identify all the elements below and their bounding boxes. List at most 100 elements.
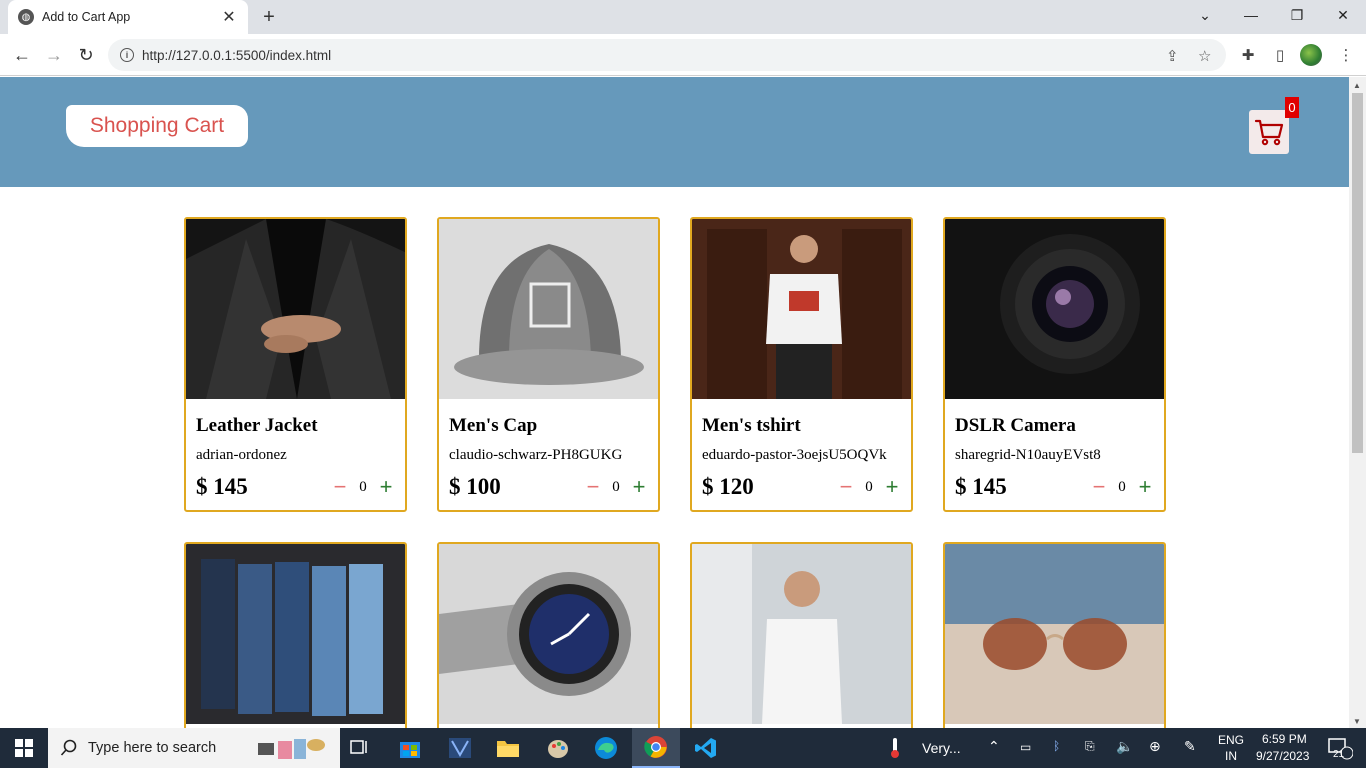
decrease-qty-button[interactable]: − (331, 476, 349, 498)
decrease-qty-button[interactable]: − (837, 476, 855, 498)
chrome-browser-icon[interactable] (632, 728, 680, 768)
microsoft-store-icon[interactable] (386, 728, 434, 768)
volume-icon[interactable]: 🔈 (1116, 738, 1133, 755)
address-bar[interactable]: i http://127.0.0.1:5500/index.html ⇪ ☆ (108, 39, 1226, 71)
product-credit: claudio-schwarz-PH8GUKG (449, 447, 623, 463)
product-credit: eduardo-pastor-3oejsU5OQVk (702, 447, 887, 463)
shopping-cart-icon (1254, 119, 1284, 146)
product-image-shirt (692, 544, 911, 724)
product-name: Men's tshirt (702, 415, 801, 436)
product-card: DSLR Camera sharegrid-N10auyEVst8 $ 145 … (943, 217, 1166, 512)
scroll-thumb[interactable] (1352, 93, 1363, 453)
side-panel-icon[interactable]: ▯ (1268, 43, 1292, 67)
increase-qty-button[interactable]: + (630, 476, 648, 498)
url-text[interactable]: http://127.0.0.1:5500/index.html (142, 48, 331, 63)
browser-tab[interactable]: ◍ Add to Cart App ✕ (8, 0, 248, 34)
cart-button[interactable] (1249, 110, 1289, 154)
notification-center-icon[interactable] (1318, 728, 1362, 768)
language-in[interactable]: IN (1225, 749, 1237, 763)
globe-icon: ◍ (18, 9, 34, 25)
increase-qty-button[interactable]: + (883, 476, 901, 498)
notification-count: 21 (1333, 749, 1345, 760)
product-name: Leather Jacket (196, 415, 318, 436)
decrease-qty-button[interactable]: − (584, 476, 602, 498)
decrease-qty-button[interactable]: − (1090, 476, 1108, 498)
product-card (184, 542, 407, 728)
profile-avatar[interactable] (1300, 44, 1322, 66)
language-eng[interactable]: ENG (1218, 733, 1244, 747)
start-button[interactable] (0, 728, 48, 768)
share-icon[interactable]: ⇪ (1166, 47, 1179, 65)
product-credit: adrian-ordonez (196, 447, 287, 463)
browser-toolbar: ← → ↻ i http://127.0.0.1:5500/index.html… (0, 34, 1366, 76)
menu-dots-icon[interactable]: ⋮ (1334, 43, 1358, 67)
page-scrollbar[interactable]: ▲ ▼ (1349, 77, 1366, 728)
product-card: Men's tshirt eduardo-pastor-3oejsU5OQVk … (690, 217, 913, 512)
weather-icon[interactable] (880, 728, 910, 768)
weather-text[interactable]: Very... (922, 740, 961, 756)
product-card (437, 542, 660, 728)
minimize-button[interactable]: — (1228, 0, 1274, 30)
search-placeholder: Type here to search (88, 740, 217, 756)
new-tab-button[interactable]: + (258, 6, 280, 28)
bluetooth-icon[interactable]: ᛒ (1053, 739, 1060, 753)
scroll-down-arrow-icon[interactable]: ▼ (1353, 717, 1361, 726)
product-name: DSLR Camera (955, 415, 1076, 436)
product-image-dslr-camera (945, 219, 1164, 399)
product-image-sunglasses (945, 544, 1164, 724)
edge-browser-icon[interactable] (582, 728, 630, 768)
network-globe-icon[interactable]: ⊕ (1149, 738, 1161, 755)
search-highlight-icon (258, 739, 326, 759)
logo-text: Shopping Cart (89, 114, 225, 137)
product-price: $ 120 (702, 474, 754, 499)
product-price: $ 100 (449, 474, 501, 499)
qty-value: 0 (1118, 478, 1126, 495)
browser-tab-strip: ◍ Add to Cart App ✕ + ⌄ — ❐ ✕ (0, 0, 1366, 34)
paint-icon[interactable] (534, 728, 582, 768)
product-name: Men's Cap (449, 415, 538, 436)
scroll-up-arrow-icon[interactable]: ▲ (1353, 81, 1361, 90)
product-credit: sharegrid-N10auyEVst8 (955, 447, 1101, 463)
product-image-leather-jacket (186, 219, 405, 399)
logo[interactable]: Shopping Cart (66, 105, 248, 147)
product-price: $ 145 (196, 474, 248, 499)
pen-workspace-icon[interactable]: ✎ (1184, 738, 1196, 755)
clock-date[interactable]: 9/27/2023 (1256, 749, 1309, 763)
product-image-mens-cap (439, 219, 658, 399)
product-image-watch (439, 544, 658, 724)
battery-icon[interactable]: ▭ (1020, 740, 1031, 754)
extensions-icon[interactable]: ✚ (1236, 43, 1260, 67)
product-card: Leather Jacket adrian-ordonez $ 145 − 0 … (184, 217, 407, 512)
product-card (943, 542, 1166, 728)
task-view-icon[interactable] (336, 728, 384, 768)
show-hidden-icons-icon[interactable]: ⌃ (988, 738, 1000, 755)
windows-logo-icon (15, 739, 33, 757)
back-button[interactable]: ← (10, 43, 34, 67)
restore-button[interactable]: ❐ (1274, 0, 1320, 30)
cart-count-badge: 0 (1285, 97, 1299, 118)
reload-button[interactable]: ↻ (74, 43, 98, 67)
taskbar-search-box[interactable]: Type here to search (48, 728, 340, 768)
close-window-button[interactable]: ✕ (1320, 0, 1366, 30)
quantity-stepper: − 0 + (1090, 476, 1154, 498)
quantity-stepper: − 0 + (584, 476, 648, 498)
product-image-jeans (186, 544, 405, 724)
product-image-mens-tshirt (692, 219, 911, 399)
tab-search-icon[interactable]: ⌄ (1182, 0, 1228, 30)
network-app-icon[interactable] (436, 728, 484, 768)
tab-title: Add to Cart App (42, 10, 131, 24)
windows-taskbar: Type here to search Very... ⌃ ▭ ᛒ ⎘ 🔈 ⊕ … (0, 728, 1366, 768)
meet-now-icon[interactable]: ⎘ (1085, 739, 1095, 754)
file-explorer-icon[interactable] (484, 728, 532, 768)
site-info-icon[interactable]: i (120, 48, 134, 62)
increase-qty-button[interactable]: + (377, 476, 395, 498)
vscode-icon[interactable] (682, 728, 730, 768)
product-card: Men's Cap claudio-schwarz-PH8GUKG $ 100 … (437, 217, 660, 512)
bookmark-star-icon[interactable]: ☆ (1198, 47, 1211, 65)
product-card (690, 542, 913, 728)
forward-button[interactable]: → (42, 43, 66, 67)
product-price: $ 145 (955, 474, 1007, 499)
increase-qty-button[interactable]: + (1136, 476, 1154, 498)
close-tab-icon[interactable]: ✕ (220, 7, 238, 27)
clock-time[interactable]: 6:59 PM (1262, 732, 1307, 746)
